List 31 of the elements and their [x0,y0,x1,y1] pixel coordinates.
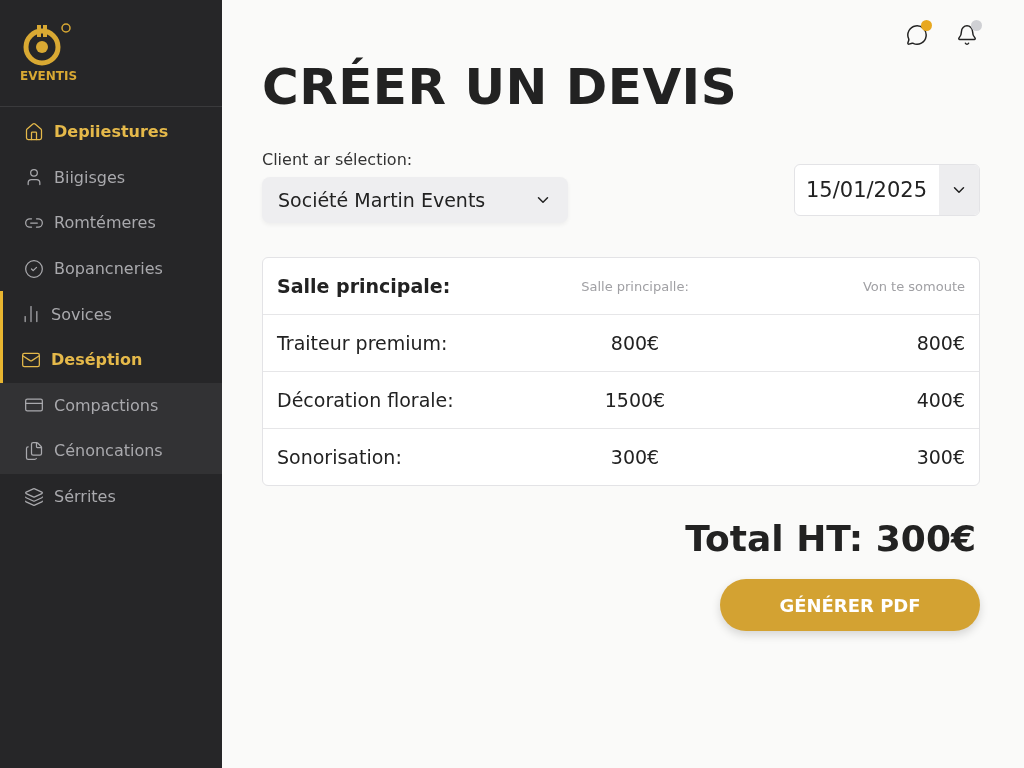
table-cell-text: Traiteur premium: [277,332,449,354]
table-cell-text: Sonorisation: [277,446,403,468]
table-cell-text: 1500€ [603,389,667,411]
table-cell-text: 400€ [915,389,965,411]
sidebar-item[interactable]: Depiiestures [0,109,222,155]
total-amount: Total HT: 300€ [685,518,976,559]
sidebar-item[interactable]: Cénoncations [0,428,222,474]
layers-icon [24,486,44,507]
sidebar-item[interactable]: Bopancneries [0,245,222,292]
sidebar-item[interactable]: Sérrites [0,473,222,520]
table-cell-text: 800€ [915,332,965,354]
check-circle-icon [24,258,44,279]
column-header: Von te somoute [861,278,965,294]
table-cell-text: Décoration florale: [277,389,455,411]
client-select[interactable]: Société Martin Events [262,177,568,223]
client-label: Client ar sélection: [262,150,414,169]
table-cell-text: 800€ [609,332,661,354]
page-title: CRÉER UN DEVIS [262,58,739,116]
sidebar-item[interactable]: Sovices [0,291,222,337]
date-field[interactable]: 15/01/2025 [794,164,980,216]
chat-icon[interactable] [904,22,930,48]
table-cell-text: 300€ [609,446,661,468]
home-icon [24,121,44,142]
sidebar-item[interactable]: Romtémeres [0,200,222,246]
table-cell-text: 300€ [915,446,965,468]
sidebar-item[interactable]: Biigisges [0,154,222,201]
column-header: Salle principale: [277,275,452,297]
sidebar-item[interactable]: Compactions [0,382,222,429]
column-header: Salle principalle: [580,278,690,294]
documents-icon [24,440,44,461]
brand-name: EVENTIS [20,69,79,83]
